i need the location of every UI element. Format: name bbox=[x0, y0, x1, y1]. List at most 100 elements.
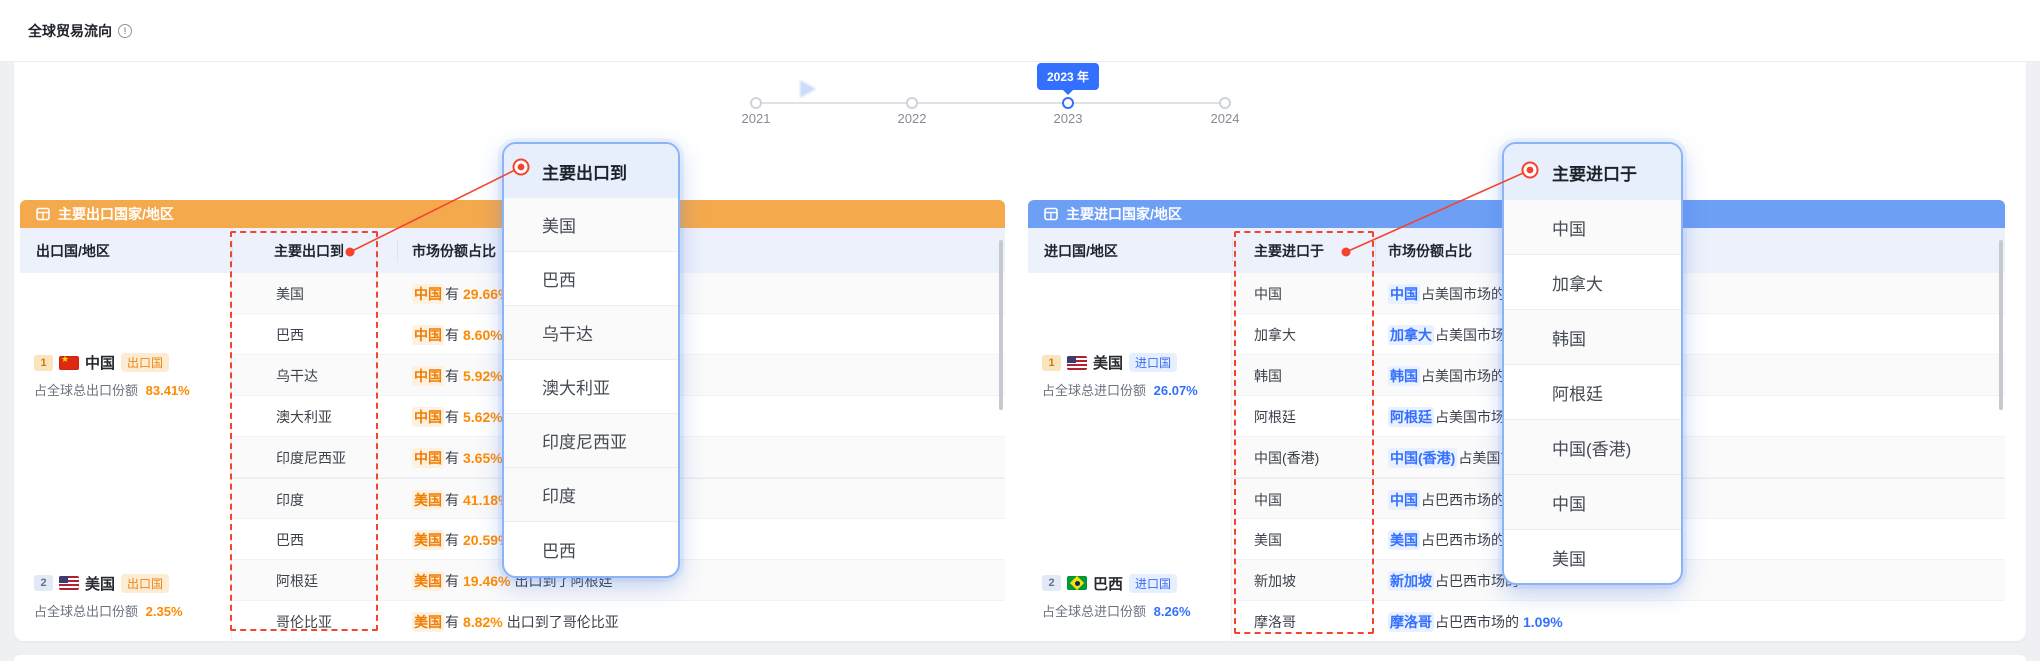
src-cell: 韩国 bbox=[1254, 355, 1282, 396]
country-name: 中国 bbox=[85, 352, 115, 373]
importer-tag: 进口国 bbox=[1129, 353, 1177, 372]
dest-cell: 阿根廷 bbox=[276, 560, 318, 601]
export-col-country: 出口国/地区 bbox=[36, 228, 110, 273]
share-cell: 美国有41.18%出口到了印度 bbox=[412, 479, 1005, 520]
import-col-src: 主要进口于 bbox=[1254, 228, 1324, 273]
src-cell: 中国(香港) bbox=[1254, 437, 1319, 478]
src-cell: 美国 bbox=[1254, 519, 1282, 560]
src-cell: 新加坡 bbox=[1254, 560, 1296, 601]
import-zoom-popup: 主要进口于 中国 加拿大 韩国 阿根廷 中国(香港) 中国 美国 bbox=[1502, 142, 1683, 585]
timeline-year-label: 2024 bbox=[1211, 111, 1240, 126]
import-col-country: 进口国/地区 bbox=[1044, 228, 1118, 273]
import-table-band-title: 主要进口国家/地区 bbox=[1066, 204, 1182, 224]
timeline-stop-2024[interactable] bbox=[1219, 97, 1231, 109]
share-cell: 中国有5.92%出口到了乌干达 bbox=[412, 355, 1005, 396]
src-cell: 阿根廷 bbox=[1254, 396, 1296, 437]
table-icon bbox=[1044, 207, 1058, 221]
dest-cell: 印度尼西亚 bbox=[276, 437, 346, 478]
popup-item: 中国 bbox=[1504, 475, 1681, 530]
exporter-tag: 出口国 bbox=[121, 353, 169, 372]
share-cell: 美国占巴西市场的 bbox=[1388, 519, 2005, 560]
china-flag-icon bbox=[59, 356, 79, 370]
rank-badge: 1 bbox=[34, 355, 53, 371]
share-cell: 新加坡占巴西市场的 bbox=[1388, 560, 2005, 601]
share-cell: 加拿大占美国市场的 bbox=[1388, 314, 2005, 355]
page-title: 全球贸易流向 ! bbox=[28, 0, 132, 62]
export-zoom-popup-title: 主要出口到 bbox=[504, 144, 678, 198]
dest-cell: 巴西 bbox=[276, 519, 304, 560]
share-cell: 中国占美国市场的 bbox=[1388, 273, 2005, 314]
timeline-year-label: 2023 bbox=[1054, 111, 1083, 126]
dest-cell: 巴西 bbox=[276, 314, 304, 355]
share-cell: 阿根廷占美国市场的 bbox=[1388, 396, 2005, 437]
export-table-scrollbar[interactable] bbox=[999, 240, 1003, 410]
popup-item: 韩国 bbox=[1504, 310, 1681, 365]
timeline-stop-2022[interactable] bbox=[906, 97, 918, 109]
import-table-scrollbar[interactable] bbox=[1999, 240, 2003, 410]
share-cell: 美国有20.59%出口到了巴西 bbox=[412, 519, 1005, 560]
src-chip: 中国 bbox=[412, 284, 444, 304]
brazil-flag-icon bbox=[1067, 576, 1087, 590]
rank-badge: 2 bbox=[34, 575, 53, 591]
popup-item: 澳大利亚 bbox=[504, 360, 678, 414]
share-cell: 美国有8.82%出口到了哥伦比亚 bbox=[412, 601, 1005, 641]
import-group-usa: 1 美国 进口国 占全球总进口份额 26.07% bbox=[1028, 273, 1232, 478]
share-cell: 中国有29.66%出口到了美国 bbox=[412, 273, 1005, 314]
share-cell: 中国有5.62%出口到了澳大利亚 bbox=[412, 396, 1005, 437]
share-cell: 中国占巴西市场的 bbox=[1388, 479, 2005, 520]
export-col-share: 市场份额占比 bbox=[412, 228, 496, 273]
share-cell: 中国有3.65%出口到了印度尼西亚 bbox=[412, 437, 1005, 478]
popup-item: 印度 bbox=[504, 468, 678, 522]
usa-flag-icon bbox=[59, 576, 79, 590]
popup-item: 阿根廷 bbox=[1504, 365, 1681, 420]
usa-flag-icon bbox=[1067, 356, 1087, 370]
export-table-band-title: 主要出口国家/地区 bbox=[58, 204, 174, 224]
rank-badge: 1 bbox=[1042, 355, 1061, 371]
import-zoom-popup-title: 主要进口于 bbox=[1504, 144, 1681, 200]
share-cell: 中国(香港)占美国市场的 bbox=[1388, 437, 2005, 478]
exporter-tag: 出口国 bbox=[121, 574, 169, 593]
export-group-usa: 2 美国 出口国 占全球总出口份额 2.35% bbox=[20, 478, 232, 641]
src-cell: 加拿大 bbox=[1254, 314, 1296, 355]
next-section-edge bbox=[14, 655, 2026, 661]
play-icon[interactable] bbox=[800, 80, 816, 98]
global-share-value: 83.41% bbox=[146, 383, 190, 398]
timeline-year-label: 2021 bbox=[742, 111, 771, 126]
timeline-track[interactable] bbox=[756, 102, 1225, 104]
popup-item: 中国 bbox=[1504, 200, 1681, 255]
share-cell: 摩洛哥占巴西市场的1.09% bbox=[1388, 601, 2005, 641]
share-cell: 中国有8.60%出口到了巴西 bbox=[412, 314, 1005, 355]
dest-cell: 乌干达 bbox=[276, 355, 318, 396]
dest-cell: 印度 bbox=[276, 479, 304, 520]
popup-item: 加拿大 bbox=[1504, 255, 1681, 310]
src-cell: 中国 bbox=[1254, 479, 1282, 520]
country-name: 巴西 bbox=[1093, 573, 1123, 594]
global-trade-flow-page: { "theme": { "export_band": "#F5A94D", "… bbox=[0, 0, 2040, 661]
info-icon[interactable]: ! bbox=[118, 24, 132, 38]
rank-badge: 2 bbox=[1042, 575, 1061, 591]
share-cell: 美国有19.46%出口到了阿根廷 bbox=[412, 560, 1005, 601]
table-icon bbox=[36, 207, 50, 221]
export-zoom-popup: 主要出口到 美国 巴西 乌干达 澳大利亚 印度尼西亚 印度 巴西 bbox=[502, 142, 680, 578]
popup-item: 美国 bbox=[504, 198, 678, 252]
global-share-value: 26.07% bbox=[1154, 383, 1198, 398]
dest-cell: 澳大利亚 bbox=[276, 396, 332, 437]
popup-item: 印度尼西亚 bbox=[504, 414, 678, 468]
country-name: 美国 bbox=[85, 573, 115, 594]
country-name: 美国 bbox=[1093, 352, 1123, 373]
importer-tag: 进口国 bbox=[1129, 574, 1177, 593]
timeline-stop-2023[interactable] bbox=[1062, 97, 1074, 109]
popup-item: 巴西 bbox=[504, 522, 678, 576]
global-share-value: 8.26% bbox=[1154, 604, 1191, 619]
popup-item: 美国 bbox=[1504, 530, 1681, 585]
timeline-stop-2021[interactable] bbox=[750, 97, 762, 109]
src-cell: 摩洛哥 bbox=[1254, 601, 1296, 641]
export-group-china: 1 中国 出口国 占全球总出口份额 83.41% bbox=[20, 273, 232, 478]
src-cell: 中国 bbox=[1254, 273, 1282, 314]
dest-cell: 哥伦比亚 bbox=[276, 601, 332, 641]
global-share-value: 2.35% bbox=[146, 604, 183, 619]
dest-cell: 美国 bbox=[276, 273, 304, 314]
popup-item: 中国(香港) bbox=[1504, 420, 1681, 475]
page-title-text: 全球贸易流向 bbox=[28, 21, 112, 41]
share-cell: 韩国占美国市场的 bbox=[1388, 355, 2005, 396]
